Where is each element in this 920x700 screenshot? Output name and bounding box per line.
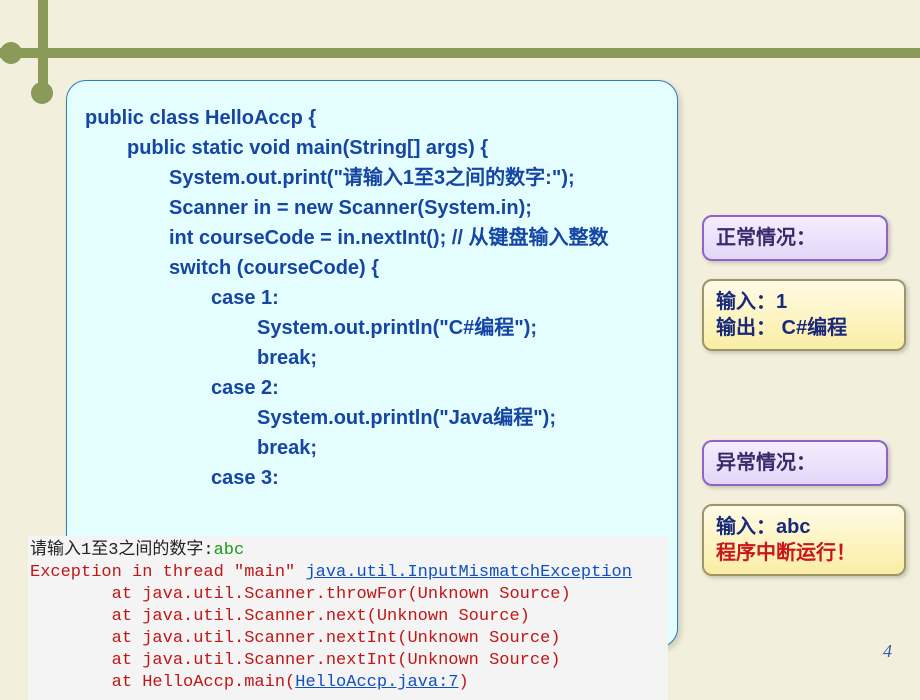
code-line: case 1: — [211, 283, 659, 313]
callout-normal-header: 正常情况： — [702, 215, 888, 261]
trace-link: HelloAccp.java:7 — [295, 673, 458, 692]
exception-prefix: Exception in thread "main" — [30, 563, 305, 582]
code-line: Scanner in = new Scanner(System.in); — [169, 193, 659, 223]
code-line: break; — [257, 433, 659, 463]
decoration-dot — [0, 42, 22, 64]
code-line: case 3: — [211, 463, 659, 493]
code-line: switch (courseCode) { — [169, 253, 659, 283]
callout-text: 正常情况： — [716, 227, 816, 249]
code-line: public class HelloAccp { — [85, 103, 659, 133]
callout-error-header: 异常情况： — [702, 440, 888, 486]
label: 输入： — [716, 291, 776, 313]
trace-prefix: at HelloAccp.main( — [30, 673, 295, 692]
code-line: System.out.println("Java编程"); — [257, 403, 659, 433]
value: abc — [776, 516, 810, 538]
value: 1 — [776, 291, 787, 313]
callout-line: 输入：1 — [716, 289, 892, 315]
callout-text: 异常情况： — [716, 452, 816, 474]
code-line: case 2: — [211, 373, 659, 403]
code-line: System.out.println("C#编程"); — [257, 313, 659, 343]
callout-line: 输出： C#编程 — [716, 315, 892, 341]
console-prompt: 请输入1至3之间的数字: — [30, 541, 214, 560]
decoration-horizontal — [0, 48, 920, 58]
exception-link: java.util.InputMismatchException — [305, 563, 631, 582]
page-number: 4 — [883, 641, 892, 662]
console-trace: at java.util.Scanner.nextInt(Unknown Sou… — [30, 650, 666, 672]
code-line: break; — [257, 343, 659, 373]
console-trace: at HelloAccp.main(HelloAccp.java:7) — [30, 672, 666, 694]
code-line: System.out.print("请输入1至3之间的数字:"); — [169, 163, 659, 193]
console-line: 请输入1至3之间的数字:abc — [30, 540, 666, 562]
console-input: abc — [214, 541, 245, 560]
decoration-dot — [31, 82, 53, 104]
code-line: int courseCode = in.nextInt(); // 从键盘输入整… — [169, 223, 659, 253]
trace-suffix: ) — [458, 673, 468, 692]
label: 输出： — [716, 317, 776, 339]
label: 输入： — [716, 516, 776, 538]
console-line: Exception in thread "main" java.util.Inp… — [30, 562, 666, 584]
console-output: 请输入1至3之间的数字:abc Exception in thread "mai… — [28, 536, 668, 700]
callout-normal-body: 输入：1 输出： C#编程 — [702, 279, 906, 351]
callout-line: 程序中断运行！ — [716, 540, 892, 566]
console-trace: at java.util.Scanner.nextInt(Unknown Sou… — [30, 628, 666, 650]
value: C#编程 — [776, 317, 847, 339]
callout-error-body: 输入：abc 程序中断运行！ — [702, 504, 906, 576]
callout-line: 输入：abc — [716, 514, 892, 540]
console-trace: at java.util.Scanner.throwFor(Unknown So… — [30, 584, 666, 606]
console-trace: at java.util.Scanner.next(Unknown Source… — [30, 606, 666, 628]
code-line: public static void main(String[] args) { — [127, 133, 659, 163]
